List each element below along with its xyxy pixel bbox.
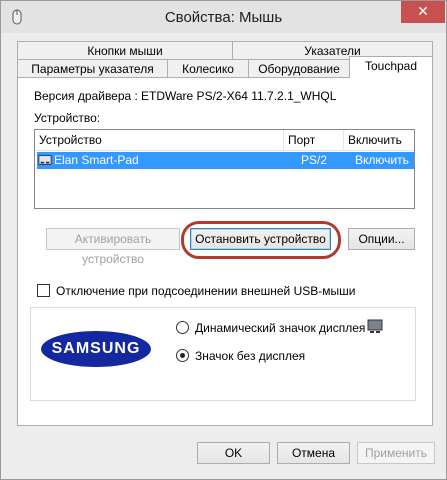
device-list-header: Устройство Порт Включить (35, 130, 414, 151)
driver-version-label: Версия драйвера : (34, 89, 138, 103)
tab-buttons[interactable]: Кнопки мыши (17, 41, 233, 60)
device-label: Устройство: (34, 111, 101, 125)
mouse-properties-window: Свойства: Мышь ✕ Кнопки мыши Указатели П… (0, 0, 447, 480)
device-name-cell: Elan Smart-Pad (54, 153, 139, 167)
table-row[interactable]: Elan Smart-Pad PS/2 Включить (37, 152, 414, 169)
dynamic-display-radio[interactable] (176, 321, 189, 334)
close-button[interactable]: ✕ (401, 1, 445, 23)
window-title: Свойства: Мышь (164, 9, 283, 26)
no-display-label[interactable]: Значок без дисплея (195, 349, 305, 363)
no-display-radio[interactable] (176, 349, 189, 362)
tab-hardware[interactable]: Оборудование (248, 59, 350, 78)
dynamic-display-label[interactable]: Динамический значок дисплея (195, 321, 365, 335)
tab-touchpad[interactable]: Touchpad (349, 56, 433, 78)
ok-button[interactable]: OK (197, 442, 270, 464)
device-list[interactable]: Устройство Порт Включить Elan Smart-Pad … (34, 129, 415, 209)
device-icon (38, 155, 52, 165)
activate-device-button[interactable]: Активировать устройство (46, 228, 180, 266)
tab-wheel[interactable]: Колесико (167, 59, 249, 78)
usb-disable-checkbox[interactable] (37, 284, 50, 297)
device-port-cell: PS/2 (301, 153, 328, 167)
column-enable[interactable]: Включить (344, 130, 414, 150)
device-enable-cell: Включить (355, 153, 409, 167)
driver-version-value: ETDWare PS/2-X64 11.7.2.1_WHQL (141, 89, 337, 103)
tab-pointer-options[interactable]: Параметры указателя (17, 59, 168, 78)
column-port[interactable]: Порт (284, 130, 344, 150)
close-icon: ✕ (417, 3, 429, 19)
usb-disable-label[interactable]: Отключение при подсоединении внешней USB… (56, 284, 355, 298)
cancel-button[interactable]: Отмена (277, 442, 350, 464)
options-button[interactable]: Опции... (348, 228, 415, 250)
title-bar[interactable]: Свойства: Мышь ✕ (1, 1, 446, 33)
highlight-annotation (181, 221, 341, 259)
samsung-logo: SAMSUNG (41, 331, 151, 367)
apply-button[interactable]: Применить (357, 442, 435, 464)
display-icon (367, 319, 383, 333)
column-device[interactable]: Устройство (35, 130, 284, 150)
